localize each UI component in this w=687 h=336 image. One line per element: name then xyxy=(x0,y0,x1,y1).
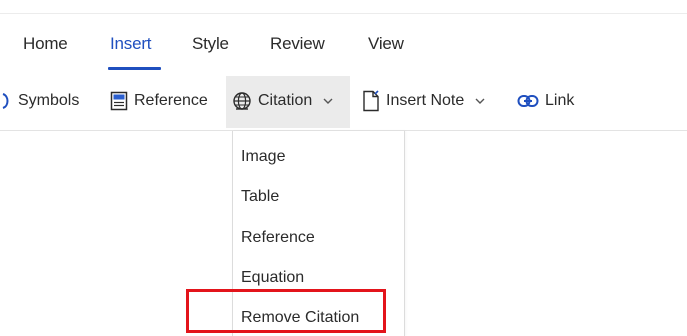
tab-review[interactable]: Review xyxy=(270,34,325,54)
link-icon xyxy=(517,94,539,108)
chevron-down-icon xyxy=(474,97,486,105)
menu-item-equation[interactable]: Equation xyxy=(241,269,304,287)
remove-citation-highlight xyxy=(186,289,386,333)
tab-style[interactable]: Style xyxy=(192,34,229,54)
citation-label: Citation xyxy=(258,92,313,109)
reference-button[interactable]: Reference xyxy=(110,76,208,126)
tab-view[interactable]: View xyxy=(368,34,404,54)
globe-icon xyxy=(232,91,252,111)
active-tab-indicator xyxy=(108,67,161,70)
tab-insert[interactable]: Insert xyxy=(110,34,152,54)
reference-label: Reference xyxy=(134,92,208,109)
insert-ribbon: Symbols Reference Citation Insert Note L… xyxy=(0,76,687,128)
link-button[interactable]: Link xyxy=(517,76,574,126)
chevron-down-icon xyxy=(322,97,334,105)
link-label: Link xyxy=(545,92,575,109)
tab-bar: Home Insert Style Review View xyxy=(0,0,687,70)
omega-icon xyxy=(0,92,12,110)
document-editor: Home Insert Style Review View Symbols Re… xyxy=(0,0,687,336)
insert-note-label: Insert Note xyxy=(386,92,465,109)
tab-home[interactable]: Home xyxy=(23,34,68,54)
menu-item-image[interactable]: Image xyxy=(241,148,285,166)
menu-item-reference[interactable]: Reference xyxy=(241,229,315,247)
document-icon xyxy=(362,90,380,112)
citation-button[interactable]: Citation xyxy=(232,76,334,126)
symbols-button[interactable]: Symbols xyxy=(0,76,79,126)
insert-note-button[interactable]: Insert Note xyxy=(362,76,486,126)
menu-item-table[interactable]: Table xyxy=(241,188,279,206)
symbols-label: Symbols xyxy=(18,92,80,109)
book-icon xyxy=(110,91,128,111)
